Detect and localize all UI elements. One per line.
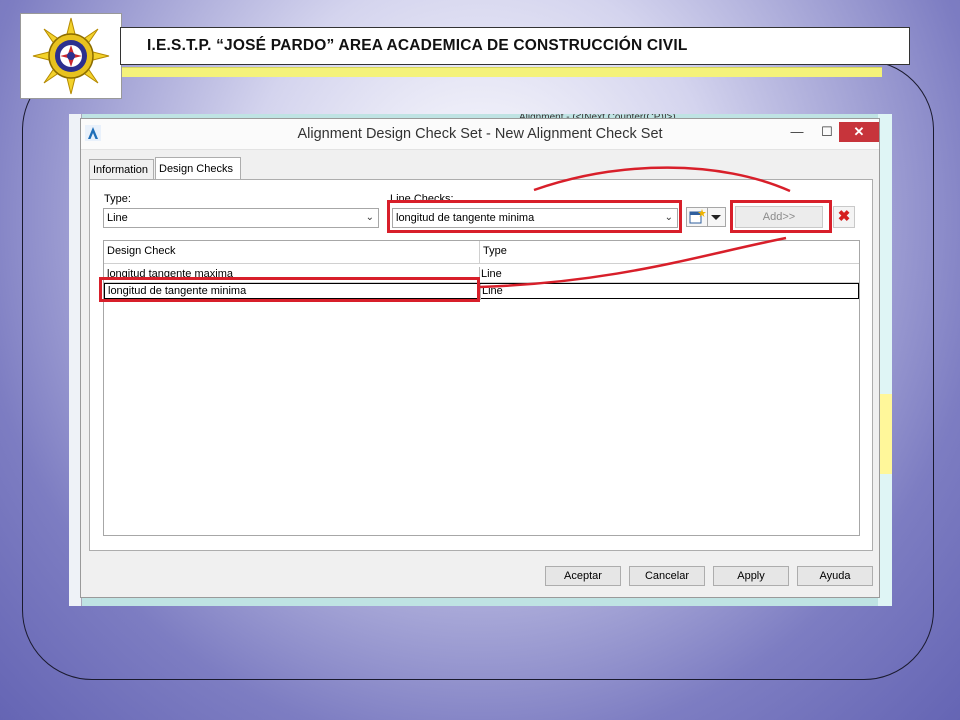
arrow-add-to-row <box>479 236 787 289</box>
arrow-dropdown-to-add <box>533 166 791 193</box>
annotation-arrows <box>479 166 791 289</box>
